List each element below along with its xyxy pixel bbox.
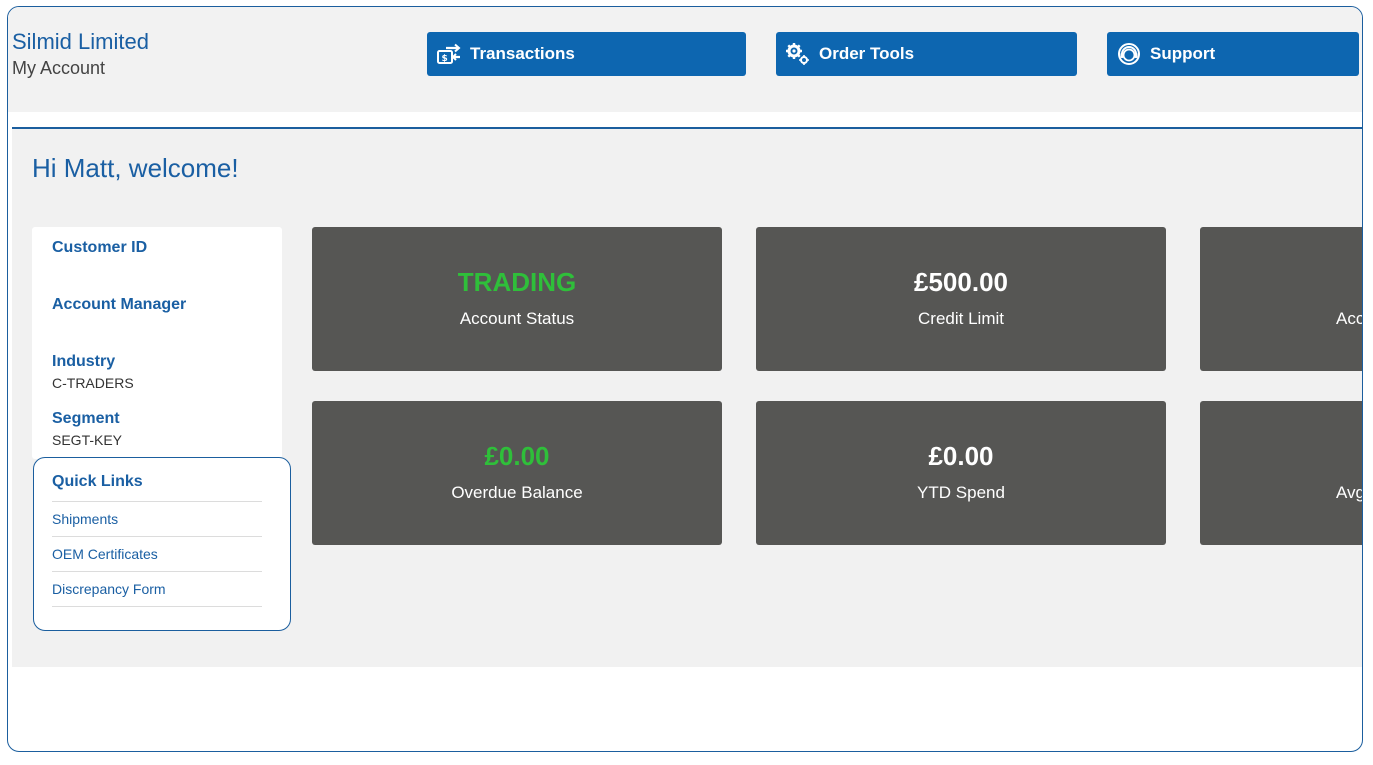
account-status-tile: TRADING Account Status: [312, 227, 722, 371]
segment-value: SEGT-KEY: [52, 432, 123, 448]
quick-links-panel: Quick Links Shipments OEM Certificates D…: [33, 457, 291, 631]
overdue-balance-tile: £0.00 Overdue Balance: [312, 401, 722, 545]
account-status-label: Account Status: [459, 309, 575, 328]
account-tile-partial: Acc: [1200, 227, 1363, 371]
support-button[interactable]: Support: [1107, 32, 1359, 76]
discrepancy-form-link[interactable]: Discrepancy Form: [52, 581, 166, 597]
divider: [52, 571, 262, 572]
credit-limit-tile: £500.00 Credit Limit: [756, 227, 1166, 371]
divider: [52, 501, 262, 502]
account-status-value: TRADING: [457, 267, 577, 297]
oem-certificates-link[interactable]: OEM Certificates: [52, 546, 158, 562]
customer-id-label: Customer ID: [52, 239, 148, 256]
support-icon: [1116, 41, 1142, 67]
transactions-button[interactable]: $ Transactions: [427, 32, 746, 76]
average-tile-partial: Avg: [1200, 401, 1363, 545]
industry-label: Industry: [52, 353, 116, 370]
app-frame: Silmid Limited My Account $ Transactions: [7, 6, 1363, 752]
transactions-icon: $: [436, 41, 462, 67]
ytd-spend-tile: £0.00 YTD Spend: [756, 401, 1166, 545]
transactions-label: Transactions: [470, 44, 575, 63]
shipments-link[interactable]: Shipments: [52, 511, 118, 527]
segment-label: Segment: [52, 410, 120, 427]
average-tile-label: Avg: [1336, 483, 1363, 502]
svg-text:$: $: [442, 54, 448, 64]
credit-limit-value: £500.00: [914, 267, 1008, 297]
support-label: Support: [1150, 44, 1216, 63]
divider: [52, 606, 262, 607]
welcome-heading: Hi Matt, welcome!: [32, 153, 239, 183]
account-info-card: Customer ID Account Manager Industry C-T…: [32, 227, 282, 459]
industry-value: C-TRADERS: [52, 375, 134, 391]
page-subtitle: My Account: [12, 58, 106, 78]
quick-links-title: Quick Links: [52, 473, 143, 490]
company-name: Silmid Limited: [12, 29, 149, 54]
dashboard-main: Hi Matt, welcome! Customer ID Account Ma…: [12, 127, 1363, 667]
account-tile-label: Acc: [1336, 309, 1363, 328]
order-tools-label: Order Tools: [819, 44, 915, 63]
divider: [52, 536, 262, 537]
account-manager-label: Account Manager: [52, 296, 187, 313]
overdue-balance-label: Overdue Balance: [451, 483, 583, 502]
ytd-spend-label: YTD Spend: [917, 483, 1005, 502]
overdue-balance-value: £0.00: [484, 441, 550, 471]
gears-icon: [785, 41, 811, 67]
ytd-spend-value: £0.00: [928, 441, 994, 471]
credit-limit-label: Credit Limit: [918, 309, 1004, 328]
header: Silmid Limited My Account $ Transactions: [8, 7, 1362, 112]
order-tools-button[interactable]: Order Tools: [776, 32, 1077, 76]
